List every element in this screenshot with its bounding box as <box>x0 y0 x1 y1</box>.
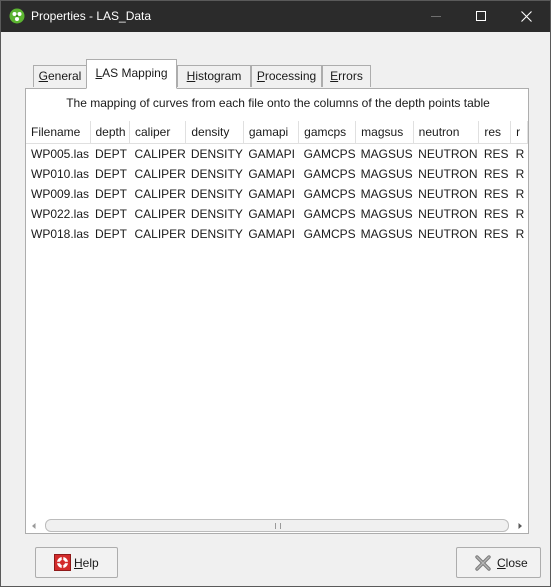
table-cell[interactable]: R <box>511 224 528 244</box>
table-row[interactable]: WP022.las DEPT CALIPER DENSITY GAMAPI GA… <box>26 204 528 224</box>
tab-errors[interactable]: Errors <box>322 65 371 87</box>
table-cell[interactable]: DENSITY <box>186 144 244 165</box>
table-cell[interactable]: RES <box>479 224 511 244</box>
table-cell[interactable]: RES <box>479 204 511 224</box>
table-cell[interactable]: DENSITY <box>186 224 244 244</box>
x-close-icon <box>475 555 491 571</box>
table-header-row: Filename depth caliper density gamapi ga… <box>26 121 528 144</box>
scroll-right-icon[interactable] <box>513 519 527 533</box>
table-cell[interactable]: GAMAPI <box>243 224 298 244</box>
column-header-neutron[interactable]: neutron <box>413 121 480 144</box>
scroll-thumb[interactable] <box>45 519 509 532</box>
table-cell[interactable]: DENSITY <box>186 204 244 224</box>
table-cell: WP022.las <box>31 207 90 221</box>
horizontal-scrollbar[interactable] <box>25 517 528 534</box>
table-cell[interactable]: MAGSUS <box>356 204 414 224</box>
scroll-grip-icon <box>275 523 281 529</box>
column-header-truncated[interactable]: r <box>510 121 528 144</box>
table-cell[interactable]: RES <box>479 164 511 184</box>
table-cell[interactable]: NEUTRON <box>413 184 479 204</box>
table-cell[interactable]: GAMCPS <box>299 184 356 204</box>
app-leaf-icon <box>9 8 25 24</box>
minimize-button[interactable] <box>413 1 459 32</box>
column-header-depth[interactable]: depth <box>90 121 130 144</box>
table-cell[interactable]: MAGSUS <box>356 224 414 244</box>
table-cell[interactable]: DEPT <box>90 184 129 204</box>
table-row[interactable]: WP010.las DEPT CALIPER DENSITY GAMAPI GA… <box>26 164 528 184</box>
table-cell[interactable]: GAMCPS <box>299 224 356 244</box>
table-cell[interactable]: DEPT <box>90 144 129 165</box>
column-header-res[interactable]: res <box>478 121 512 144</box>
table-cell: WP010.las <box>31 167 90 181</box>
maximize-icon <box>476 11 486 21</box>
tab-strip: General LAS Mapping Histogram Processing… <box>25 59 525 89</box>
table-cell[interactable]: GAMAPI <box>243 164 298 184</box>
table-cell[interactable]: DENSITY <box>186 164 244 184</box>
window-close-button[interactable] <box>504 1 550 32</box>
table-row[interactable]: WP009.las DEPT CALIPER DENSITY GAMAPI GA… <box>26 184 528 204</box>
column-header-gamapi[interactable]: gamapi <box>243 121 300 144</box>
help-button[interactable]: Help <box>35 547 118 578</box>
table-cell[interactable]: DEPT <box>90 224 129 244</box>
table-cell[interactable]: RES <box>479 144 511 165</box>
properties-window: Properties - LAS_Data General LAS Mappin… <box>0 0 551 587</box>
table-cell[interactable]: CALIPER <box>129 224 185 244</box>
table-cell[interactable]: MAGSUS <box>356 164 414 184</box>
table-cell[interactable]: GAMCPS <box>299 204 356 224</box>
table-cell[interactable]: NEUTRON <box>413 144 479 165</box>
scroll-left-icon[interactable] <box>27 519 41 533</box>
tab-processing[interactable]: Processing <box>251 65 322 87</box>
tab-histogram[interactable]: Histogram <box>177 65 251 87</box>
table-cell[interactable]: DENSITY <box>186 184 244 204</box>
close-icon <box>521 11 532 22</box>
table-cell[interactable]: CALIPER <box>129 184 185 204</box>
table-cell[interactable]: DEPT <box>90 204 129 224</box>
mapping-table-viewport[interactable]: Filename depth caliper density gamapi ga… <box>26 121 528 523</box>
las-mapping-panel: The mapping of curves from each file ont… <box>25 88 529 534</box>
table-cell: WP018.las <box>31 227 90 241</box>
table-cell[interactable]: CALIPER <box>129 204 185 224</box>
maximize-button[interactable] <box>459 1 505 32</box>
table-cell[interactable]: NEUTRON <box>413 224 479 244</box>
table-cell[interactable]: R <box>511 144 528 165</box>
table-cell[interactable]: DEPT <box>90 164 129 184</box>
column-header-caliper[interactable]: caliper <box>129 121 187 144</box>
title-bar[interactable]: Properties - LAS_Data <box>1 1 550 32</box>
column-header-density[interactable]: density <box>185 121 244 144</box>
tab-general[interactable]: General <box>33 65 87 87</box>
table-cell[interactable]: CALIPER <box>129 164 185 184</box>
table-row[interactable]: WP018.las DEPT CALIPER DENSITY GAMAPI GA… <box>26 224 528 244</box>
lifebuoy-icon <box>54 554 71 571</box>
mapping-description: The mapping of curves from each file ont… <box>66 96 490 110</box>
table-cell[interactable]: CALIPER <box>129 144 185 165</box>
close-label: Close <box>497 556 528 570</box>
tab-las-mapping[interactable]: LAS Mapping <box>86 59 177 89</box>
table-cell[interactable]: R <box>511 204 528 224</box>
table-cell[interactable]: RES <box>479 184 511 204</box>
table-cell[interactable]: NEUTRON <box>413 204 479 224</box>
table-cell[interactable]: MAGSUS <box>356 144 414 165</box>
mapping-table: Filename depth caliper density gamapi ga… <box>26 121 528 244</box>
window-title: Properties - LAS_Data <box>31 9 152 23</box>
table-cell[interactable]: NEUTRON <box>413 164 479 184</box>
table-cell[interactable]: R <box>511 164 528 184</box>
table-cell[interactable]: GAMAPI <box>243 144 298 165</box>
table-cell[interactable]: MAGSUS <box>356 184 414 204</box>
table-cell[interactable]: GAMAPI <box>243 184 298 204</box>
column-header-gamcps[interactable]: gamcps <box>298 121 357 144</box>
table-row[interactable]: WP005.las DEPT CALIPER DENSITY GAMAPI GA… <box>26 144 528 165</box>
column-header-magsus[interactable]: magsus <box>355 121 414 144</box>
table-cell[interactable]: GAMCPS <box>299 144 356 165</box>
table-cell[interactable]: R <box>511 184 528 204</box>
table-cell[interactable]: GAMCPS <box>299 164 356 184</box>
table-cell: WP005.las <box>31 147 90 161</box>
minimize-icon <box>431 16 441 17</box>
help-label: Help <box>74 556 99 570</box>
close-button[interactable]: Close <box>456 547 541 578</box>
table-cell: WP009.las <box>31 187 90 201</box>
table-cell[interactable]: GAMAPI <box>243 204 298 224</box>
column-header-filename[interactable]: Filename <box>26 121 91 144</box>
